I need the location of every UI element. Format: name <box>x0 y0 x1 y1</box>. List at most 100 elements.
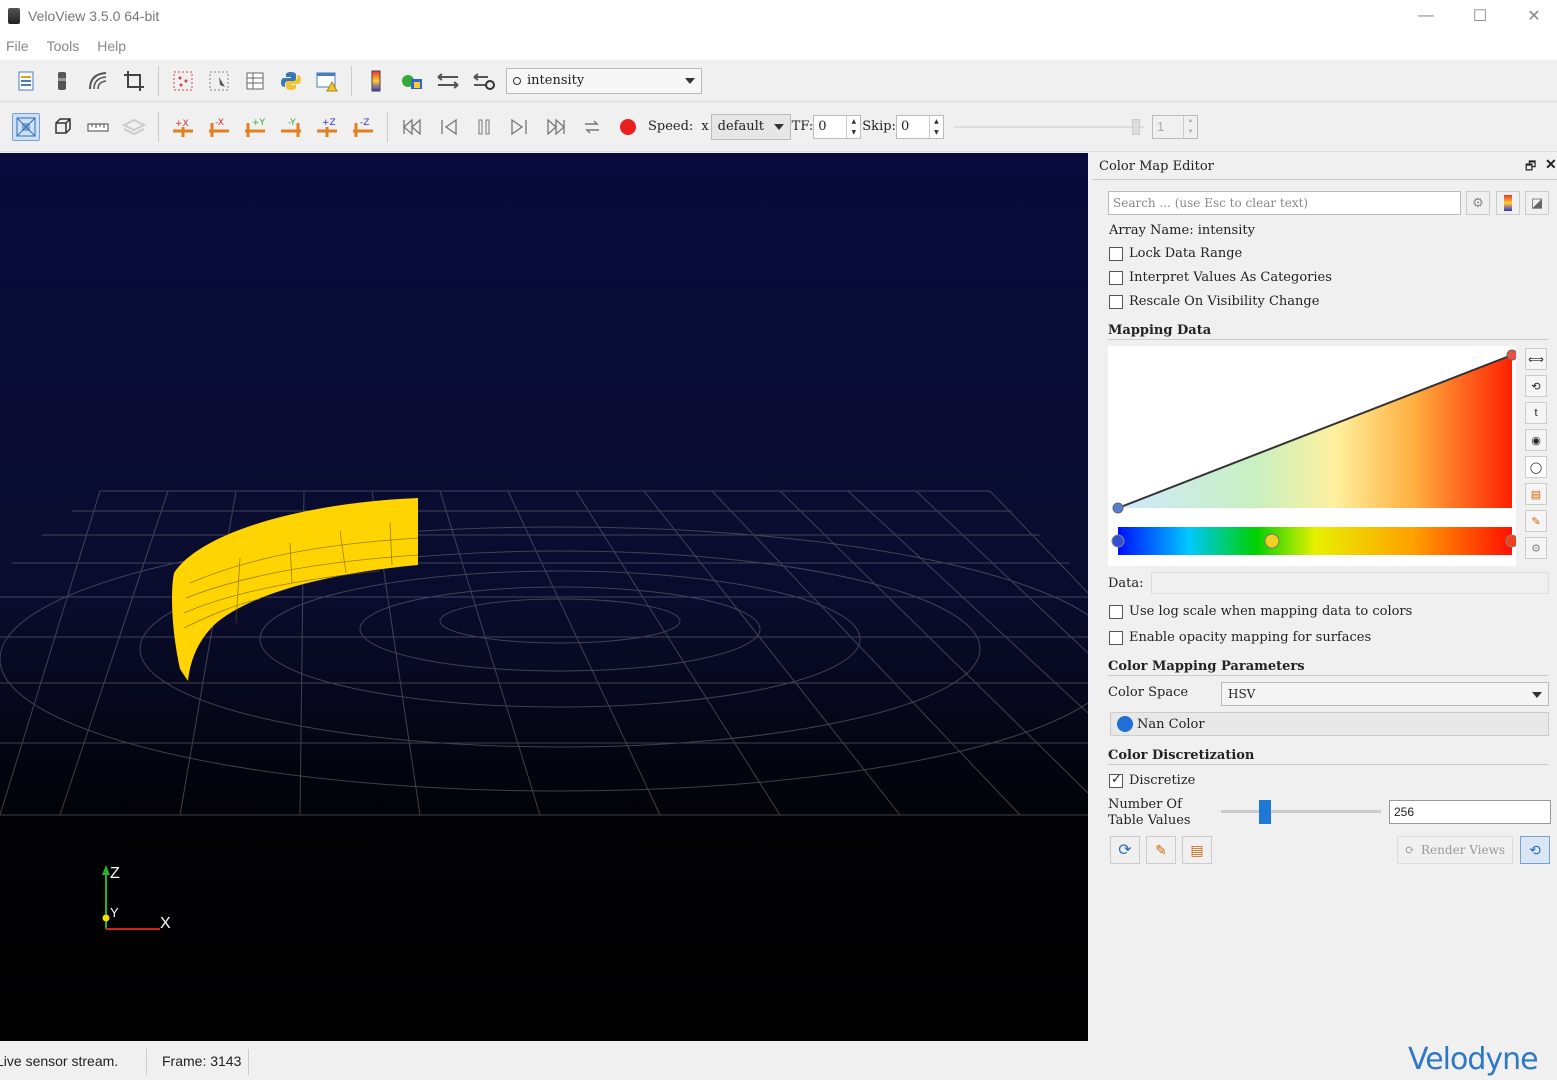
python-shell-icon[interactable] <box>277 67 305 95</box>
log-scale-row[interactable]: Use log scale when mapping data to color… <box>1109 604 1412 619</box>
menu-help[interactable]: Help <box>97 38 126 54</box>
render-views-button[interactable]: ⟳ Render Views <box>1397 836 1513 864</box>
open-file-icon[interactable] <box>12 67 40 95</box>
save-defaults-icon[interactable]: ✎ <box>1146 836 1176 864</box>
data-value-field[interactable] <box>1151 572 1549 594</box>
record-icon[interactable] <box>614 113 642 141</box>
interpret-categories-row[interactable]: Interpret Values As Categories <box>1109 270 1332 285</box>
skip-spinbox[interactable]: 0 ▲ ▼ <box>895 114 944 139</box>
spreadsheet-icon[interactable] <box>241 67 269 95</box>
view-plus-x-icon[interactable]: +X <box>169 113 197 141</box>
transfer-function-editor[interactable] <box>1108 346 1516 566</box>
menu-tools[interactable]: Tools <box>47 38 80 54</box>
view-minus-y-icon[interactable]: -Y <box>277 113 305 141</box>
rescale-range-icon[interactable]: ⟺ <box>1525 348 1547 370</box>
color-point-right[interactable] <box>1505 534 1516 548</box>
title-bar: VeloView 3.5.0 64-bit — ☐ ✕ <box>0 0 1557 32</box>
save-preset-icon[interactable]: ✎ <box>1525 510 1547 532</box>
lock-data-range-row[interactable]: Lock Data Range <box>1109 246 1242 261</box>
gear-icon[interactable]: ⚙ <box>1466 191 1490 215</box>
color-legend-icon[interactable] <box>362 67 390 95</box>
svg-text:+Y: +Y <box>252 118 266 128</box>
array-selector-dropdown[interactable]: intensity <box>506 67 702 94</box>
frame-status: Frame: 3143 <box>162 1053 242 1069</box>
display-icon[interactable]: ◪ <box>1525 191 1549 215</box>
color-point-mid[interactable] <box>1264 533 1280 549</box>
view-plus-z-icon[interactable]: +Z <box>313 113 341 141</box>
discretize-row[interactable]: Discretize <box>1109 772 1196 788</box>
invert-transfer-icon[interactable]: ◯ <box>1525 456 1547 478</box>
choose-preset-icon[interactable]: ▤ <box>1525 483 1547 505</box>
previous-frame-icon[interactable] <box>434 113 462 141</box>
discretize-label: Discretize <box>1129 773 1196 788</box>
close-button[interactable]: ✕ <box>1507 0 1557 32</box>
color-space-dropdown[interactable]: HSV <box>1221 682 1549 706</box>
spin-arrows-icon[interactable]: ▲ ▼ <box>846 115 860 138</box>
opacity-mapping-row[interactable]: Enable opacity mapping for surfaces <box>1109 630 1371 645</box>
edit-color-map-icon[interactable] <box>398 67 426 95</box>
app-icon <box>8 8 20 24</box>
slider-track <box>1221 810 1381 813</box>
auto-render-icon[interactable]: ⟲ <box>1520 836 1550 864</box>
frame-slider[interactable] <box>953 115 1144 139</box>
view-minus-x-icon[interactable]: -X <box>205 113 233 141</box>
rescale-visibility-checkbox[interactable] <box>1109 294 1123 309</box>
warning-window-icon[interactable] <box>313 67 341 95</box>
search-input[interactable]: Search ... (use Esc to clear text) <box>1108 191 1461 215</box>
minimize-button[interactable]: — <box>1399 0 1453 32</box>
select-points-icon[interactable] <box>169 67 197 95</box>
speed-label: Speed: <box>648 119 694 134</box>
ruler-icon[interactable] <box>84 113 112 141</box>
layers-icon <box>120 113 148 141</box>
nan-color-button[interactable]: Nan Color <box>1110 712 1549 736</box>
refresh-icon[interactable]: ⟳ <box>1110 836 1140 864</box>
lock-data-range-checkbox[interactable] <box>1109 246 1123 261</box>
float-panel-icon[interactable]: 🗗 <box>1525 157 1536 178</box>
frame-slider-handle[interactable] <box>1131 118 1140 135</box>
loop-icon[interactable] <box>578 113 606 141</box>
speed-dropdown[interactable]: default <box>710 113 791 140</box>
color-bar[interactable] <box>1118 527 1512 555</box>
crop-icon[interactable] <box>120 67 148 95</box>
select-region-icon[interactable] <box>205 67 233 95</box>
rescale-range-icon[interactable] <box>434 67 462 95</box>
render-view[interactable]: Z Y X <box>0 153 1088 1041</box>
color-legend-icon[interactable] <box>1496 191 1520 215</box>
interpret-categories-checkbox[interactable] <box>1109 270 1123 285</box>
tf-spinbox[interactable]: 0 ▲ ▼ <box>813 114 862 139</box>
opacity-point-right[interactable] <box>1506 349 1516 361</box>
opacity-point-left[interactable] <box>1112 502 1124 514</box>
maximize-button[interactable]: ☐ <box>1453 0 1507 32</box>
discretize-checkbox[interactable] <box>1109 772 1123 788</box>
view-minus-z-icon[interactable]: -Z <box>349 113 377 141</box>
spin-arrows-icon[interactable]: ▲ ▼ <box>928 115 943 138</box>
next-frame-icon[interactable] <box>506 113 534 141</box>
rescale-custom-range-icon[interactable] <box>470 67 498 95</box>
color-space-label: Color Space <box>1108 685 1189 700</box>
table-values-input[interactable]: 256 <box>1389 800 1551 824</box>
close-panel-icon[interactable]: ✕ <box>1545 156 1557 173</box>
rescale-custom-range-icon[interactable]: ⟲ <box>1525 375 1547 397</box>
first-frame-icon[interactable] <box>398 113 426 141</box>
slider-handle[interactable] <box>1259 800 1271 824</box>
cube-projection-icon[interactable] <box>48 113 76 141</box>
reset-camera-icon[interactable] <box>12 112 40 141</box>
measurement-grid-icon[interactable] <box>84 67 112 95</box>
pause-icon[interactable] <box>470 113 498 141</box>
axis-z-label: Z <box>110 865 120 882</box>
panel-title: Color Map Editor <box>1099 159 1214 174</box>
view-plus-y-icon[interactable]: +Y <box>241 113 269 141</box>
advanced-settings-icon[interactable]: ⚙ <box>1525 537 1547 559</box>
rescale-visible-icon[interactable]: ◉ <box>1525 429 1547 451</box>
restore-defaults-icon[interactable]: ▤ <box>1182 836 1212 864</box>
rescale-visibility-row[interactable]: Rescale On Visibility Change <box>1109 294 1319 309</box>
opacity-mapping-checkbox[interactable] <box>1109 630 1123 645</box>
rescale-temporal-icon[interactable]: t <box>1525 402 1547 424</box>
speed-value: default <box>717 119 765 134</box>
log-scale-checkbox[interactable] <box>1109 604 1123 619</box>
last-frame-icon[interactable] <box>542 113 570 141</box>
menu-file[interactable]: File <box>6 38 29 54</box>
color-point-left[interactable] <box>1111 534 1125 548</box>
table-values-slider[interactable] <box>1221 800 1381 824</box>
sensor-stream-icon[interactable] <box>48 67 76 95</box>
